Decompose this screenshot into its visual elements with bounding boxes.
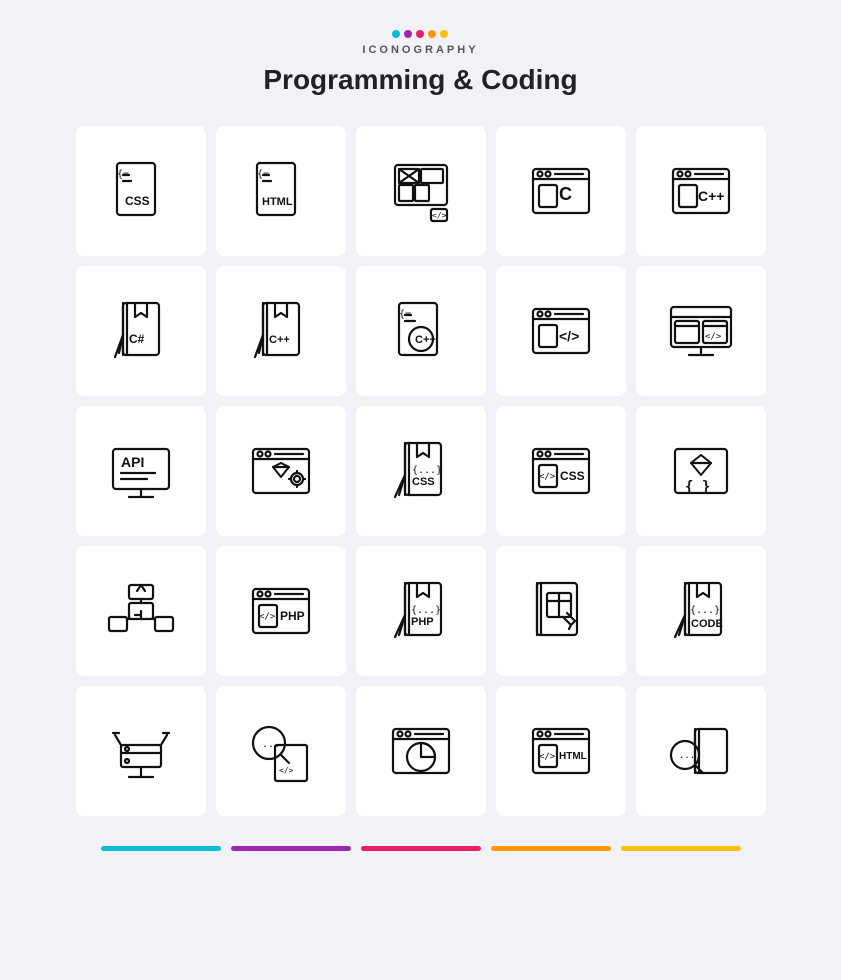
svg-text:</>: </>: [539, 472, 556, 482]
svg-text:C++: C++: [415, 334, 436, 346]
svg-text:CODE: CODE: [691, 618, 723, 630]
dot-pink: [416, 30, 424, 38]
footer-bar-orange: [491, 846, 611, 851]
svg-text:C#: C#: [129, 332, 145, 346]
brand-name: ICONOGRAPHY: [263, 44, 577, 56]
dot-yellow: [440, 30, 448, 38]
svg-text:CSS: CSS: [125, 194, 150, 208]
icon-html-file[interactable]: HTML {=: [216, 126, 346, 256]
icon-network[interactable]: [76, 546, 206, 676]
svg-text:HTML: HTML: [559, 751, 587, 762]
icon-server-stand[interactable]: [76, 686, 206, 816]
svg-text:CSS: CSS: [560, 469, 585, 483]
icon-css-file[interactable]: CSS {=: [76, 126, 206, 256]
svg-text:PHP: PHP: [411, 616, 434, 628]
footer-bar-purple: [231, 846, 351, 851]
icon-search-book[interactable]: ...: [636, 686, 766, 816]
svg-text:{...}: {...}: [412, 465, 442, 476]
svg-text:</>: </>: [432, 211, 447, 220]
icon-book-csharp[interactable]: C#: [76, 266, 206, 396]
svg-text:{=: {=: [399, 309, 411, 320]
svg-text:...: ...: [262, 739, 280, 750]
footer-bar-cyan: [101, 846, 221, 851]
svg-text:{ }: { }: [685, 479, 710, 495]
svg-text:</>: </>: [539, 752, 556, 762]
svg-text:C: C: [559, 184, 572, 204]
footer-bar-pink: [361, 846, 481, 851]
icon-browser-css[interactable]: CSS </>: [496, 406, 626, 536]
icon-search-code[interactable]: </> ...: [216, 686, 346, 816]
dot-purple: [404, 30, 412, 38]
footer-bar-yellow: [621, 846, 741, 851]
svg-text:PHP: PHP: [280, 609, 305, 623]
svg-text:{=: {=: [257, 169, 269, 180]
svg-text:</>: </>: [279, 766, 294, 775]
svg-text:C++: C++: [698, 188, 724, 204]
icon-wireframe[interactable]: </>: [356, 126, 486, 256]
svg-text:{...}: {...}: [411, 605, 441, 616]
dot-orange: [428, 30, 436, 38]
icon-browser-cpp[interactable]: C++: [636, 126, 766, 256]
page-header: ICONOGRAPHY Programming & Coding: [263, 30, 577, 96]
page-title: Programming & Coding: [263, 64, 577, 96]
icon-api-monitor[interactable]: API: [76, 406, 206, 536]
icon-browser-code[interactable]: </>: [496, 266, 626, 396]
svg-text:{=: {=: [117, 169, 129, 180]
icon-gem-braces[interactable]: { }: [636, 406, 766, 536]
dot-cyan: [392, 30, 400, 38]
svg-text:...: ...: [679, 751, 695, 761]
icon-browser-c[interactable]: C: [496, 126, 626, 256]
icon-book-code-pen[interactable]: {...} CODE: [636, 546, 766, 676]
icon-monitor-code[interactable]: </>: [636, 266, 766, 396]
svg-text:</>: </>: [705, 332, 722, 342]
icon-book-php-pen[interactable]: PHP {...}: [356, 546, 486, 676]
icons-grid: CSS {= HTML {= </>: [76, 126, 766, 816]
svg-text:HTML: HTML: [262, 196, 293, 208]
icon-book-design[interactable]: [496, 546, 626, 676]
icon-browser-pie[interactable]: [356, 686, 486, 816]
svg-text:</>: </>: [259, 612, 276, 622]
footer-bars: [96, 846, 746, 851]
icon-browser-html[interactable]: HTML </>: [496, 686, 626, 816]
svg-text:</>: </>: [559, 328, 579, 344]
icon-file-cpp[interactable]: C++ {=: [356, 266, 486, 396]
svg-text:C++: C++: [269, 334, 290, 346]
icon-browser-gem-gear[interactable]: [216, 406, 346, 536]
icon-book-cpp-pen[interactable]: C++: [216, 266, 346, 396]
icon-book-css-pen[interactable]: CSS {...}: [356, 406, 486, 536]
brand-dots: [263, 30, 577, 38]
icon-browser-php[interactable]: PHP </>: [216, 546, 346, 676]
svg-text:API: API: [121, 454, 144, 470]
svg-text:{...}: {...}: [690, 605, 720, 616]
svg-text:CSS: CSS: [412, 476, 435, 488]
